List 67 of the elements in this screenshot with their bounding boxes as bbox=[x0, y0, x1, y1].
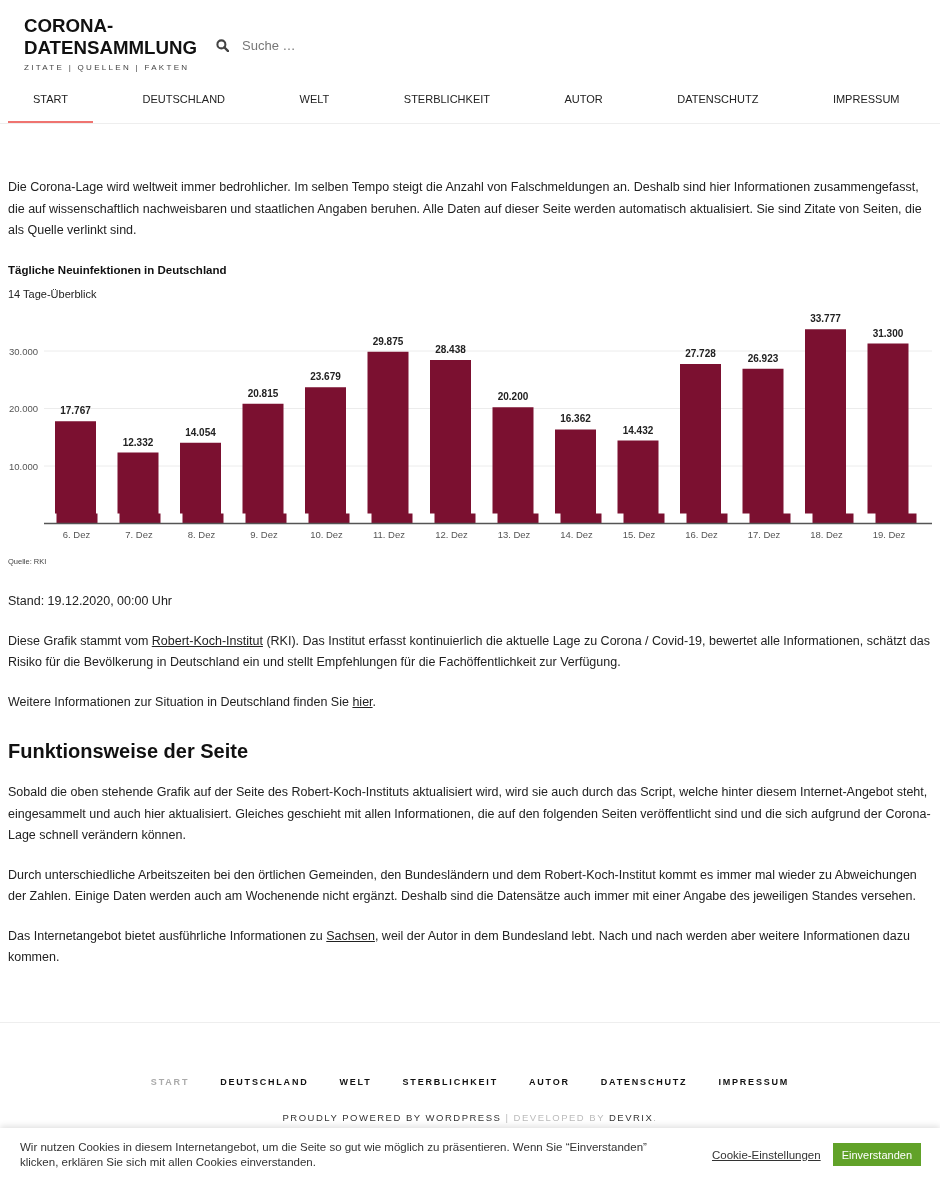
value-label: 20.815 bbox=[247, 387, 279, 399]
value-label: 33.777 bbox=[810, 313, 841, 325]
credit-link[interactable]: DEVRIX bbox=[608, 1111, 654, 1123]
footer-link[interactable]: WELT bbox=[339, 1074, 372, 1089]
value-label: 17.767 bbox=[60, 405, 91, 417]
value-label: 29.875 bbox=[372, 335, 404, 347]
y-axis-label: 30.000 bbox=[8, 345, 38, 357]
body-paragraph: Weitere Informationen zur Situation in Deutschland finden Sie hier. bbox=[8, 693, 378, 711]
value-label: 20.200 bbox=[497, 391, 529, 403]
x-axis-label: 6. Dez bbox=[62, 529, 91, 540]
footer-link[interactable]: DATENSCHUTZ bbox=[600, 1074, 688, 1089]
body-paragraph: Stand: 19.12.2020, 00:00 Uhr bbox=[8, 593, 173, 610]
footer-link[interactable]: IMPRESSUM bbox=[718, 1074, 790, 1089]
x-axis-label: 19. Dez bbox=[872, 529, 906, 540]
body-paragraph: Das Internetangebot bietet ausführliche Informationen zu Sachsen, weil der Autor in dem Bundesland lebt. Nach und nach werden aber weitere Informationen dazu kommen. bbox=[8, 927, 911, 966]
value-label: 14.054 bbox=[185, 426, 216, 438]
value-label: 16.362 bbox=[560, 413, 591, 425]
x-axis-label: 12. Dez bbox=[435, 529, 468, 540]
y-axis-label: 10.000 bbox=[8, 460, 38, 472]
body-paragraph: Die Corona-Lage wird weltweit immer bedrohlicher. Im selben Tempo steigt die Anzahl von Falschmeldungen an. Deshalb sind hier Informationen zusammengefasst, die auf wissenschaftlich nachweisbaren und staatlichen Angaben beruhen. Alle Daten auf dieser Seite werden automatisch aktualisiert. Sie sind Zitate von Seiten, die als Quelle verlinkt sind. bbox=[8, 179, 923, 239]
value-label: 23.679 bbox=[310, 371, 341, 383]
x-axis-label: 13. Dez bbox=[497, 529, 531, 540]
x-axis-label: 15. Dez bbox=[622, 529, 656, 540]
section-heading: Funktionsweise der Seite bbox=[8, 739, 250, 763]
credit-link[interactable]: PROUDLY POWERED BY WORDPRESS bbox=[282, 1111, 502, 1123]
chart-title: Tägliche Neuinfektionen in Deutschland bbox=[8, 262, 228, 278]
body-paragraph: Diese Grafik stammt vom Robert-Koch-Institut (RKI). Das Institut erfasst kontinuierlich die aktuelle Lage zu Corona / Covid-19, bewertet alle Informationen, schätzt das Risiko für die Bevölkerung in Deutschland ein und stellt Empfehlungen für die Fachöffentlichkeit zur Verfügung. bbox=[8, 632, 931, 671]
body-paragraph: Sobald die oben stehende Grafik auf der Seite des Robert-Koch-Instituts aktualisiert wird, wird sie auch durch das Script, welche hinter diesem Internet-Angebot steht, eingesammelt und auch hier aktualisiert. Gleiches geschieht mit allen Informationen, die auf den folgenden Seiten veröffentlicht sind und die sich aufgrund der Corona-Lage schnell verändern können. bbox=[8, 784, 932, 844]
text-link[interactable]: hier bbox=[352, 694, 373, 709]
x-axis-label: 17. Dez bbox=[747, 529, 781, 540]
nav-tab[interactable]: AUTOR bbox=[539, 78, 628, 123]
footer-link[interactable]: STERBLICHKEIT bbox=[402, 1074, 498, 1089]
nav-tab[interactable]: WELT bbox=[274, 78, 355, 123]
value-label: 28.438 bbox=[435, 344, 466, 355]
chart-subtitle: 14 Tage-Überblick bbox=[8, 286, 98, 302]
text-link[interactable]: Robert-Koch-Institut bbox=[151, 633, 263, 648]
nav-tab[interactable]: DATENSCHUTZ bbox=[652, 78, 784, 123]
site-title[interactable]: CORONA-DATENSAMMLUNG bbox=[24, 15, 210, 59]
search-field[interactable]: Suche … bbox=[242, 36, 392, 55]
value-label: 31.300 bbox=[872, 327, 904, 339]
x-axis-label: 14. Dez bbox=[560, 529, 593, 540]
x-axis-label: 8. Dez bbox=[187, 529, 216, 540]
x-axis-label: 9. Dez bbox=[250, 529, 278, 540]
nav-tab[interactable]: START bbox=[8, 78, 94, 123]
x-axis-label: 18. Dez bbox=[810, 529, 843, 540]
cookie-settings-link[interactable]: Cookie-Einstellungen bbox=[712, 1148, 821, 1161]
value-label: 14.432 bbox=[622, 424, 654, 436]
cookie-notice-text: Wir nutzen Cookies in diesem Internetangebot, um die Seite so gut wie möglich zu präsentieren. Wenn Sie “Einverstanden” klicken, erklären Sie sich mit allen Cookies einverstanden. bbox=[20, 1139, 648, 1170]
x-axis-label: 7. Dez bbox=[125, 529, 153, 540]
nav-tab[interactable]: DEUTSCHLAND bbox=[117, 78, 251, 123]
y-axis-label: 20.000 bbox=[8, 403, 38, 414]
value-label: 27.728 bbox=[685, 348, 716, 360]
footer-credits: PROUDLY POWERED BY WORDPRESS | DEVELOPED BY DEVRIX. bbox=[281, 1110, 659, 1125]
site-tagline: ZITATE | QUELLEN | FAKTEN bbox=[24, 62, 191, 74]
footer-link[interactable]: DEUTSCHLAND bbox=[220, 1074, 309, 1089]
body-paragraph: Durch unterschiedliche Arbeitszeiten bei den örtlichen Gemeinden, den Bundesländern und dem Robert-Koch-Institut kommt es immer mal wieder zu Abweichungen der Zahlen. Einige Daten werden auch am Wochenende nicht ergänzt. Deshalb sind die Datensätze auch immer mit einer Angabe des jeweiligen Standes versehen. bbox=[8, 866, 918, 905]
text-link[interactable]: Sachsen bbox=[326, 928, 375, 943]
chart-bar bbox=[117, 452, 161, 524]
search-icon[interactable] bbox=[216, 39, 229, 52]
x-axis-label: 16. Dez bbox=[685, 529, 718, 540]
value-label: 26.923 bbox=[747, 352, 779, 364]
x-axis-label: 10. Dez bbox=[310, 529, 343, 540]
nav-tab[interactable]: IMPRESSUM bbox=[807, 78, 925, 123]
value-label: 12.332 bbox=[122, 436, 154, 448]
footer-link[interactable]: AUTOR bbox=[528, 1074, 570, 1089]
nav-tab[interactable]: STERBLICHKEIT bbox=[378, 78, 515, 123]
x-axis-label: 11. Dez bbox=[373, 529, 405, 540]
